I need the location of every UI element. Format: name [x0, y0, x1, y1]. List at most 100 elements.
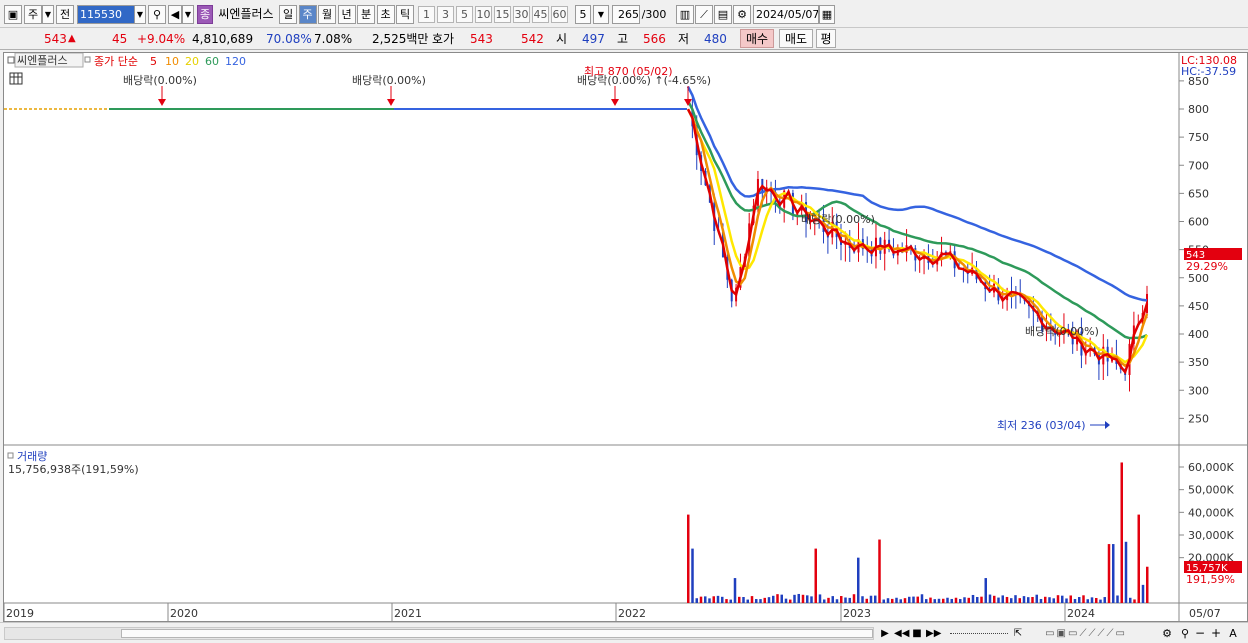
gear-icon[interactable]: ⚙	[733, 5, 751, 24]
interval-button-1[interactable]: 1	[418, 6, 435, 23]
volume-bar	[797, 593, 800, 603]
quote-low-label: 저	[678, 32, 690, 46]
sell-button[interactable]: 매도	[779, 29, 813, 48]
volume-bar	[1086, 599, 1089, 603]
volume-bar	[852, 594, 856, 603]
volume-bar	[691, 548, 694, 603]
period-tab-6[interactable]: 틱	[396, 5, 414, 24]
volume-bar	[780, 594, 783, 603]
volume-bar	[831, 596, 834, 603]
page-count-input[interactable]: 265	[612, 5, 640, 24]
volume-bar	[984, 578, 987, 603]
volume-bar	[976, 596, 979, 603]
search-icon[interactable]: ⚲	[148, 5, 166, 24]
date-input[interactable]: 2024/05/07	[753, 5, 819, 24]
volume-bar	[733, 578, 737, 603]
period-tab-0[interactable]: 일	[279, 5, 297, 24]
dividend-annotation-5: 배당락(0.00%)	[1025, 325, 1099, 338]
quote-ask-label: 호가	[432, 32, 455, 46]
chart-area[interactable]: 8508007507006506005505004504003503002506…	[3, 52, 1248, 622]
zoom-in-icon[interactable]: +	[1210, 624, 1222, 643]
price-axis-tick: 600	[1188, 216, 1209, 229]
zoom-slider[interactable]	[950, 633, 1008, 635]
volume-bar	[1112, 544, 1115, 603]
page-total: /300	[641, 8, 667, 21]
volume-bar	[993, 595, 996, 603]
stop-icon[interactable]: ■	[911, 624, 923, 643]
market-select[interactable]: 주	[24, 5, 42, 24]
speaker-icon[interactable]: ◀	[168, 5, 182, 24]
drawing-tools-icon[interactable]: ▭▣▭⟋⟋⟋⟋▭	[1026, 624, 1146, 643]
volume-bar	[716, 595, 720, 603]
volume-bar	[929, 597, 932, 603]
interval-button-60[interactable]: 60	[551, 6, 568, 23]
interval-button-5[interactable]: 5	[456, 6, 473, 23]
volume-axis-tick: 60,000K	[1188, 461, 1234, 474]
quote-bar: 543 ▲ 45 +9.04% 4,810,689 70.08% 7.08% 2…	[0, 28, 1248, 50]
count-dropdown-icon[interactable]: ▼	[593, 5, 609, 24]
calendar-icon[interactable]: ▦	[819, 5, 835, 24]
interval-button-3[interactable]: 3	[437, 6, 454, 23]
market-dropdown-icon[interactable]: ▼	[42, 5, 54, 24]
speaker-dropdown-icon[interactable]: ▼	[182, 5, 194, 24]
volume-bar	[1129, 597, 1132, 603]
period-tab-3[interactable]: 년	[337, 5, 356, 24]
x-axis-label: 2024	[1067, 607, 1095, 620]
candle-tool-icon[interactable]: ▥	[676, 5, 694, 24]
volume-bar	[1031, 596, 1034, 603]
volume-bar	[1052, 598, 1055, 603]
code-dropdown-icon[interactable]: ▼	[134, 5, 146, 24]
layout-icon[interactable]: ▣	[4, 5, 22, 24]
volume-bar	[954, 597, 958, 603]
interval-button-30[interactable]: 30	[513, 6, 530, 23]
chart-type-icon[interactable]: ⟋	[695, 5, 713, 24]
volume-bar	[712, 596, 715, 603]
zoom-out-icon[interactable]: −	[1194, 624, 1206, 643]
volume-axis-tick: 30,000K	[1188, 529, 1234, 542]
volume-bar	[810, 596, 813, 603]
volume-bar	[1018, 598, 1021, 603]
volume-bar	[882, 599, 885, 603]
scrollbar-thumb[interactable]	[121, 629, 873, 638]
prev-button[interactable]: 전	[56, 5, 74, 24]
zoom-search-icon[interactable]: ⚲	[1178, 624, 1192, 643]
quote-arrow: ▲	[68, 33, 76, 44]
volume-bar	[1056, 595, 1060, 603]
x-axis-label: 2019	[6, 607, 34, 620]
interval-button-15[interactable]: 15	[494, 6, 511, 23]
high-annotation: 최고 870 (05/02)	[584, 65, 673, 78]
period-tab-1[interactable]: 주	[298, 5, 317, 24]
volume-bar	[708, 598, 711, 603]
scroll-right-icon[interactable]: ▶	[879, 624, 891, 643]
volume-current-pct: 191,59%	[1186, 573, 1235, 586]
font-size-icon[interactable]: A	[1226, 624, 1240, 643]
cursor-icon[interactable]: ⇱	[1012, 624, 1024, 643]
main-toolbar: ▣ 주 ▼ 전 115530 ▼ ⚲ ◀ ▼ 종 씨엔플러스 일주월년분초틱 1…	[0, 0, 1248, 28]
volume-bar	[704, 596, 707, 603]
forward-icon[interactable]: ▶▶	[926, 624, 941, 643]
save-icon[interactable]: ▤	[714, 5, 732, 24]
interval-button-45[interactable]: 45	[532, 6, 549, 23]
buy-button[interactable]: 매수	[740, 29, 774, 48]
interval-button-10[interactable]: 10	[475, 6, 492, 23]
volume-bar	[967, 597, 970, 603]
volume-bar	[916, 596, 919, 603]
volume-bar	[997, 597, 1000, 603]
volume-bar	[1061, 595, 1064, 603]
volume-bar	[721, 596, 724, 603]
avg-button[interactable]: 평	[816, 29, 836, 48]
volume-title: 거래량	[17, 450, 47, 463]
scrollbar-track[interactable]	[4, 627, 874, 640]
period-tab-5[interactable]: 초	[376, 5, 395, 24]
volume-bar	[1001, 595, 1004, 603]
volume-bar	[763, 597, 766, 603]
period-tab-2[interactable]: 월	[318, 5, 336, 24]
price-axis-tick: 700	[1188, 159, 1209, 172]
rewind-icon[interactable]: ◀◀	[894, 624, 909, 643]
volume-bar	[908, 596, 911, 603]
count-select[interactable]: 5	[575, 5, 591, 24]
gear-icon-bottom[interactable]: ⚙	[1160, 624, 1174, 643]
code-input[interactable]: 115530	[77, 5, 135, 24]
period-tab-4[interactable]: 분	[357, 5, 375, 24]
volume-bar	[823, 599, 826, 603]
